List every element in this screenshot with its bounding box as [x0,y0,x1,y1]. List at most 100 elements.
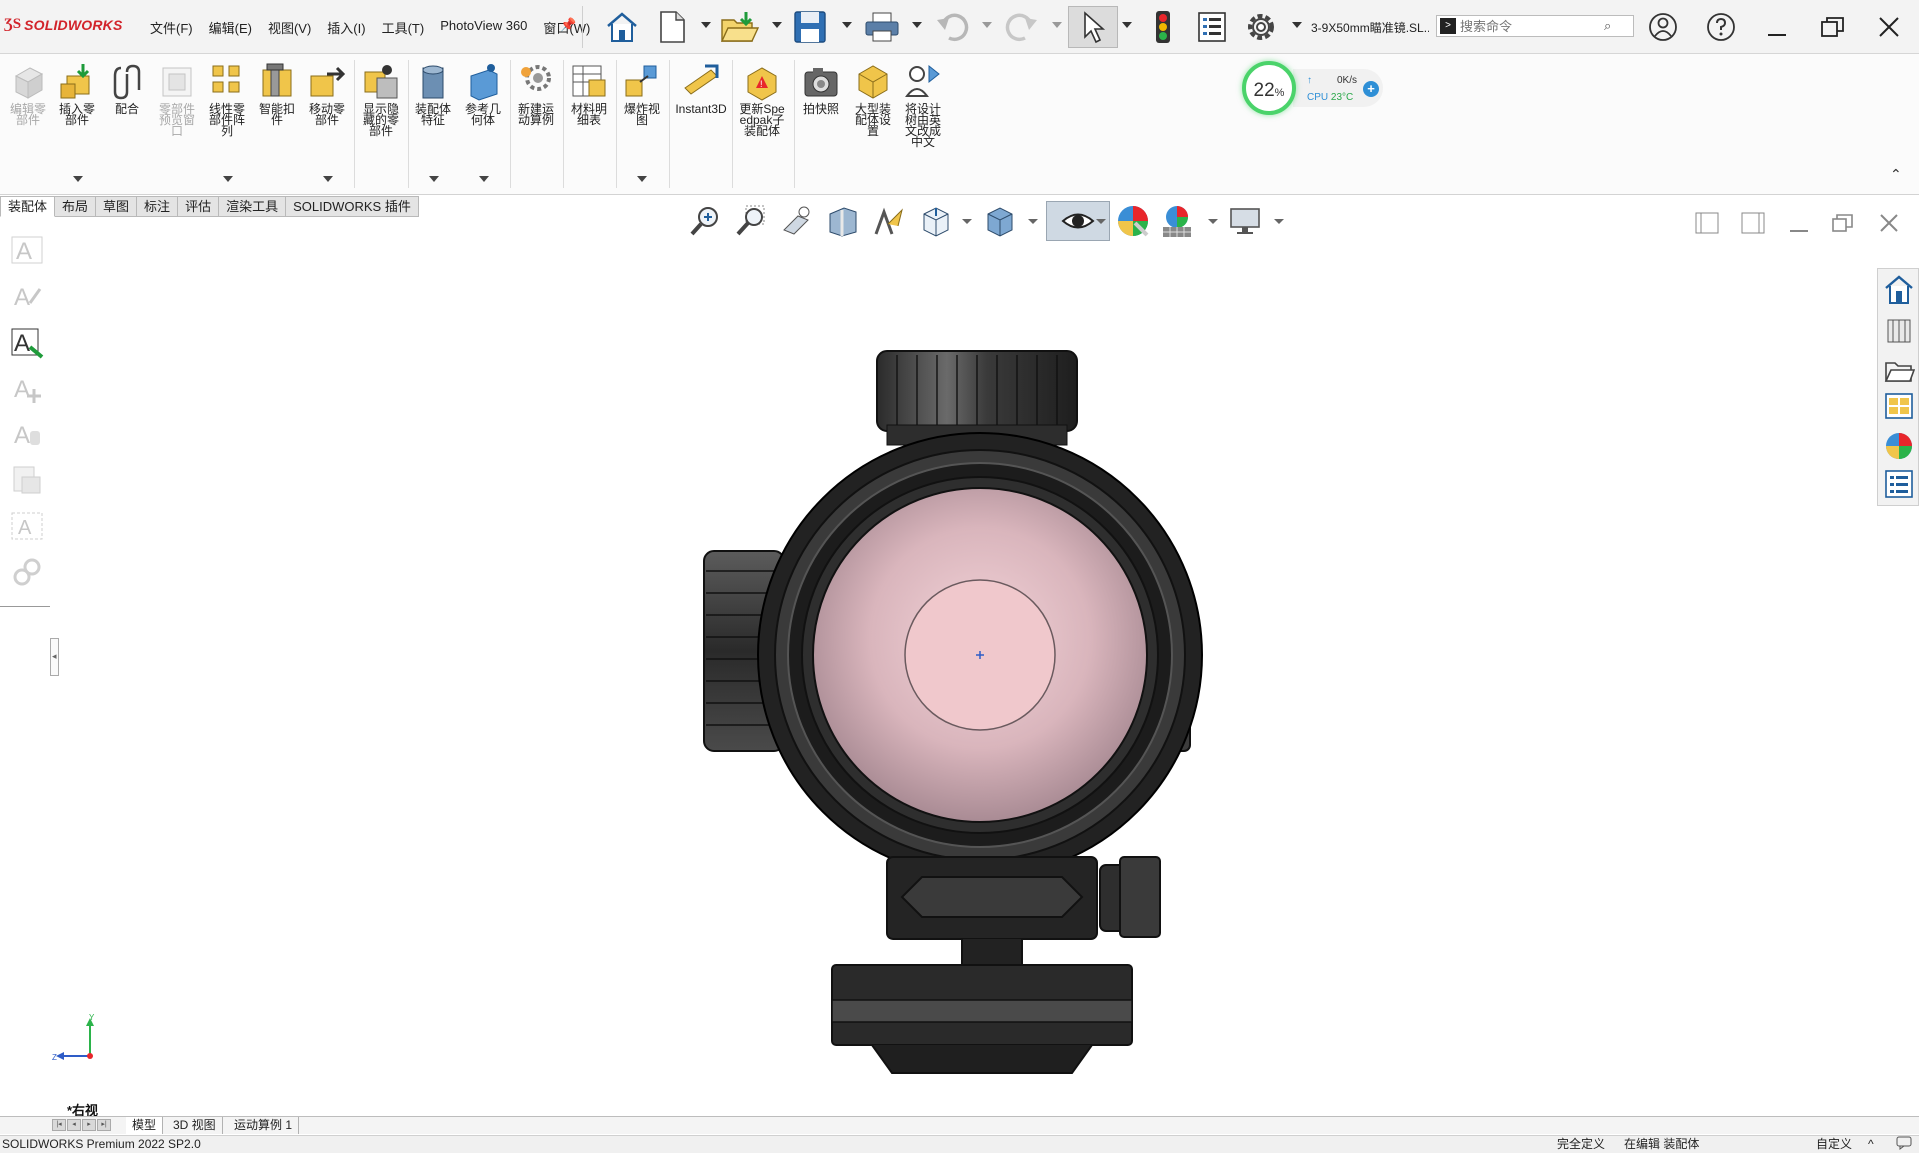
file-properties-icon[interactable] [1192,6,1232,48]
edit-note-icon[interactable]: A [8,277,46,315]
tab-assembly[interactable]: 装配体 [0,196,56,217]
apply-scene-icon[interactable] [1158,201,1196,241]
take-snapshot-button[interactable]: 拍快照 [798,62,844,115]
component-preview-button[interactable]: 零部件预览窗口 [154,62,200,137]
search-command-box[interactable]: > ⌕ [1436,15,1634,37]
units-selector[interactable]: 自定义 [1816,1136,1852,1153]
view-palette-icon[interactable] [1880,387,1918,425]
menu-view[interactable]: 视图(V) [260,18,319,37]
annotation-settings-icon[interactable]: A [8,415,46,453]
tab-addins[interactable]: SOLIDWORKS 插件 [286,196,419,217]
redo-dropdown-icon[interactable] [1052,22,1062,28]
units-caret-icon[interactable]: ^ [1868,1136,1874,1153]
viewport-minimize-icon[interactable] [1786,210,1812,236]
reference-dropdown-icon[interactable] [479,176,489,182]
appearances-scenes-icon[interactable] [1880,427,1918,465]
open-icon[interactable] [718,6,762,48]
new-motion-study-button[interactable]: 新建运动算例 [513,62,559,126]
tab-markup[interactable]: 标注 [137,196,179,217]
tab-sketch[interactable]: 草图 [96,196,138,217]
next-tab-icon[interactable]: ▸ [82,1119,96,1131]
status-comment-icon[interactable] [1896,1136,1912,1153]
section-view-icon[interactable] [824,201,862,241]
scope-model[interactable] [692,345,1262,1080]
menu-insert[interactable]: 插入(I) [319,18,373,37]
solidworks-logo[interactable]: ƷS SOLIDWORKS [4,16,123,33]
menu-photoview[interactable]: PhotoView 360 [432,18,535,37]
viewport-split-right-icon[interactable] [1740,210,1766,236]
help-icon[interactable] [1706,12,1736,42]
undo-icon[interactable] [932,6,972,48]
open-dropdown-icon[interactable] [772,22,782,28]
tab-layout[interactable]: 布局 [55,196,97,217]
autoballoon-icon[interactable]: A [8,323,46,361]
tab-evaluate[interactable]: 评估 [178,196,220,217]
exploded-view-button[interactable]: 爆炸视图 [619,62,665,126]
edit-component-button[interactable]: 编辑零部件 [5,62,51,126]
insert-component-button[interactable]: 插入零部件 [54,62,100,126]
display-style-dropdown-icon[interactable] [1028,219,1038,224]
redo-icon[interactable] [1002,6,1042,48]
cpu-monitor-widget[interactable]: 22% ↑ 0K/s CPU 23°C + [1237,57,1389,119]
move-dropdown-icon[interactable] [323,176,333,182]
viewport-restore-icon[interactable] [1830,210,1856,236]
smart-fasteners-button[interactable]: 智能扣件 [254,62,300,126]
design-library-icon[interactable] [1880,311,1918,349]
hide-show-dropdown-icon[interactable] [1096,219,1106,224]
home-icon[interactable] [600,6,644,48]
last-tab-icon[interactable]: ▸| [97,1119,111,1131]
new-document-icon[interactable] [652,6,692,48]
reference-geometry-button[interactable]: 参考几何体 [460,62,506,126]
show-hidden-button[interactable]: 显示隐藏的零部件 [358,62,404,137]
select-dropdown-icon[interactable] [1122,22,1132,28]
restore-icon[interactable] [1818,12,1848,42]
minimize-icon[interactable] [1762,12,1792,42]
tab-render-tools[interactable]: 渲染工具 [219,196,287,217]
prev-tab-icon[interactable]: ◂ [67,1119,81,1131]
select-icon[interactable] [1068,6,1118,48]
user-account-icon[interactable] [1648,12,1678,42]
pattern-dropdown-icon[interactable] [223,176,233,182]
instant3d-button[interactable]: Instant3D [672,62,730,115]
add-annotation-icon[interactable]: A [8,369,46,407]
menu-tools[interactable]: 工具(T) [374,18,433,37]
save-icon[interactable] [790,6,830,48]
save-dropdown-icon[interactable] [842,22,852,28]
annotation-image-icon[interactable] [8,461,46,499]
first-tab-icon[interactable]: |◂ [52,1119,66,1131]
previous-view-icon[interactable] [778,201,816,241]
options-dropdown-icon[interactable] [1292,22,1302,28]
mate-button[interactable]: 配合 [104,62,150,115]
options-icon[interactable] [1240,6,1282,48]
new-dropdown-icon[interactable] [701,22,711,28]
undo-dropdown-icon[interactable] [982,22,992,28]
rebuild-icon[interactable] [1146,6,1180,48]
view-settings-icon[interactable] [1226,201,1264,241]
annotation-frame-icon[interactable]: A [8,507,46,545]
features-dropdown-icon[interactable] [429,176,439,182]
apply-scene-dropdown-icon[interactable] [1208,219,1218,224]
print-dropdown-icon[interactable] [912,22,922,28]
graphics-viewport[interactable] [52,245,1872,1115]
custom-properties-icon[interactable] [1880,465,1918,503]
print-icon[interactable] [862,6,902,48]
search-input[interactable] [1460,18,1600,34]
large-assembly-button[interactable]: 大型装配体设置 [850,62,896,137]
close-icon[interactable] [1874,12,1904,42]
display-style-icon[interactable] [980,201,1018,241]
bom-button[interactable]: 材料明细表 [566,62,612,126]
menu-file[interactable]: 文件(F) [142,18,201,37]
collapse-ribbon-icon[interactable]: ⌃ [1890,166,1902,183]
pin-menu-icon[interactable]: 📌 [560,17,576,33]
view-settings-dropdown-icon[interactable] [1274,219,1284,224]
tab-model[interactable]: 模型 [126,1117,164,1134]
linear-pattern-button[interactable]: 线性零部件阵列 [204,62,250,137]
view-orientation-dropdown-icon[interactable] [962,219,972,224]
file-explorer-icon[interactable] [1880,351,1918,389]
viewport-split-left-icon[interactable] [1694,210,1720,236]
solidworks-resources-icon[interactable] [1880,271,1918,309]
edit-appearance-icon[interactable] [1114,201,1152,241]
tab-motion-study-1[interactable]: 运动算例 1 [228,1117,300,1134]
assembly-features-button[interactable]: 装配体特征 [410,62,456,126]
exploded-dropdown-icon[interactable] [637,176,647,182]
